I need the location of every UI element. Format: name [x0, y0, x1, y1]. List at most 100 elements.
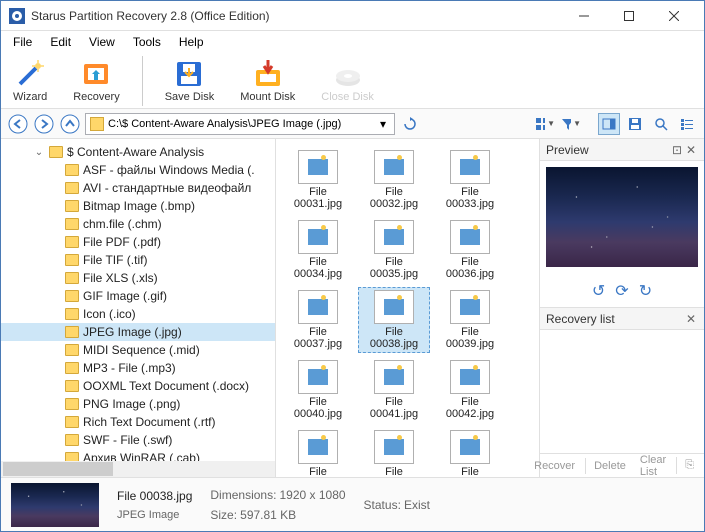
tree-item[interactable]: GIF Image (.gif)	[1, 287, 275, 305]
recovery-button[interactable]: Recovery	[69, 56, 123, 105]
rotate-right-icon[interactable]: ↻	[639, 281, 652, 301]
nav-back-button[interactable]	[7, 113, 29, 135]
file-item[interactable]: File 00045.jpg	[434, 427, 506, 477]
options-button[interactable]	[676, 113, 698, 135]
image-icon	[374, 360, 414, 394]
menu-view[interactable]: View	[81, 33, 123, 51]
path-input[interactable]	[108, 118, 376, 130]
collapse-icon[interactable]: ⌄	[33, 147, 45, 158]
save-button[interactable]	[624, 113, 646, 135]
folder-icon	[65, 398, 79, 410]
tree-item[interactable]: Rich Text Document (.rtf)	[1, 413, 275, 431]
status-status-label: Status:	[364, 498, 401, 512]
minimize-button[interactable]	[561, 2, 606, 30]
file-item[interactable]: File 00039.jpg	[434, 287, 506, 353]
file-grid[interactable]: File 00031.jpgFile 00032.jpgFile 00033.j…	[276, 139, 539, 477]
filter-button[interactable]: ▼	[560, 113, 582, 135]
file-item[interactable]: File 00038.jpg	[358, 287, 430, 353]
image-icon	[374, 290, 414, 324]
drive-icon	[90, 117, 104, 131]
nav-up-button[interactable]	[59, 113, 81, 135]
recovery-options-icon[interactable]: ⎘	[676, 457, 698, 474]
recovery-list-header: Recovery list ✕	[540, 308, 704, 330]
tree-item[interactable]: OOXML Text Document (.docx)	[1, 377, 275, 395]
delete-button[interactable]: Delete	[585, 458, 630, 474]
tree-item[interactable]: File TIF (.tif)	[1, 251, 275, 269]
folder-icon	[65, 380, 79, 392]
file-item[interactable]: File 00037.jpg	[282, 287, 354, 353]
rotate-left-icon[interactable]: ↺	[592, 281, 605, 301]
close-button[interactable]	[651, 2, 696, 30]
menu-edit[interactable]: Edit	[42, 33, 79, 51]
folder-tree[interactable]: ⌄$ Content-Aware AnalysisASF - файлы Win…	[1, 139, 276, 477]
image-icon	[450, 360, 490, 394]
file-item[interactable]: File 00036.jpg	[434, 217, 506, 283]
wand-button[interactable]: Wizard	[9, 56, 51, 105]
save-disk-button[interactable]: Save Disk	[161, 56, 219, 105]
file-item[interactable]: File 00043.jpg	[282, 427, 354, 477]
menubar: File Edit View Tools Help	[1, 31, 704, 53]
nav-forward-button[interactable]	[33, 113, 55, 135]
menu-file[interactable]: File	[5, 33, 40, 51]
recover-button[interactable]: Recover	[530, 458, 579, 474]
status-dim-value: 1920 x 1080	[279, 488, 345, 502]
menu-tools[interactable]: Tools	[125, 33, 169, 51]
search-button[interactable]	[650, 113, 672, 135]
wand-icon	[14, 58, 46, 90]
toolbar: WizardRecoverySave DiskMount DiskClose D…	[1, 53, 704, 109]
window-title: Starus Partition Recovery 2.8 (Office Ed…	[31, 9, 561, 23]
file-item[interactable]: File 00033.jpg	[434, 147, 506, 213]
file-item[interactable]: File 00042.jpg	[434, 357, 506, 423]
refresh-button[interactable]	[399, 113, 421, 135]
tree-item[interactable]: File PDF (.pdf)	[1, 233, 275, 251]
image-icon	[450, 220, 490, 254]
preview-title: Preview	[546, 143, 589, 157]
folder-icon	[65, 362, 79, 374]
file-item[interactable]: File 00032.jpg	[358, 147, 430, 213]
tree-root[interactable]: ⌄$ Content-Aware Analysis	[1, 143, 275, 161]
tree-item[interactable]: ASF - файлы Windows Media (.	[1, 161, 275, 179]
file-item[interactable]: File 00044.jpg	[358, 427, 430, 477]
tree-item[interactable]: SWF - File (.swf)	[1, 431, 275, 449]
clearlist-button[interactable]: Clear List	[636, 452, 670, 478]
preview-toggle-button[interactable]	[598, 113, 620, 135]
menu-help[interactable]: Help	[171, 33, 212, 51]
preview-close-icon[interactable]: ✕	[684, 143, 698, 157]
tree-item[interactable]: chm.file (.chm)	[1, 215, 275, 233]
file-item[interactable]: File 00041.jpg	[358, 357, 430, 423]
preview-pin-icon[interactable]: ⊡	[670, 143, 684, 157]
tree-item[interactable]: Bitmap Image (.bmp)	[1, 197, 275, 215]
image-icon	[298, 360, 338, 394]
file-item[interactable]: File 00040.jpg	[282, 357, 354, 423]
reset-icon[interactable]: ⟳	[615, 281, 628, 301]
recovery-list-body	[540, 330, 704, 453]
recovery-list-close-icon[interactable]: ✕	[684, 312, 698, 326]
tree-item[interactable]: PNG Image (.png)	[1, 395, 275, 413]
folder-icon	[65, 182, 79, 194]
maximize-button[interactable]	[606, 2, 651, 30]
file-item[interactable]: File 00034.jpg	[282, 217, 354, 283]
tree-item[interactable]: JPEG Image (.jpg)	[1, 323, 275, 341]
tree-hscroll[interactable]	[1, 461, 275, 477]
file-item[interactable]: File 00031.jpg	[282, 147, 354, 213]
view-mode-button[interactable]: ▼	[534, 113, 556, 135]
path-dropdown-icon[interactable]: ▾	[376, 117, 390, 131]
path-box[interactable]: ▾	[85, 113, 395, 135]
tree-item[interactable]: File XLS (.xls)	[1, 269, 275, 287]
image-icon	[298, 290, 338, 324]
tree-item[interactable]: AVI - стандартные видеофайл	[1, 179, 275, 197]
folder-icon	[65, 434, 79, 446]
image-icon	[450, 430, 490, 464]
mount-disk-button[interactable]: Mount Disk	[236, 56, 299, 105]
tree-item[interactable]: Icon (.ico)	[1, 305, 275, 323]
recovery-list-title: Recovery list	[546, 312, 615, 326]
file-item[interactable]: File 00035.jpg	[358, 217, 430, 283]
image-icon	[450, 290, 490, 324]
folder-icon	[65, 164, 79, 176]
tree-item[interactable]: MP3 - File (.mp3)	[1, 359, 275, 377]
folder-icon	[65, 272, 79, 284]
preview-header: Preview ⊡ ✕	[540, 139, 704, 161]
folder-icon	[65, 344, 79, 356]
tree-item[interactable]: MIDI Sequence (.mid)	[1, 341, 275, 359]
statusbar: File 00038.jpg JPEG Image Dimensions: 19…	[1, 477, 704, 531]
